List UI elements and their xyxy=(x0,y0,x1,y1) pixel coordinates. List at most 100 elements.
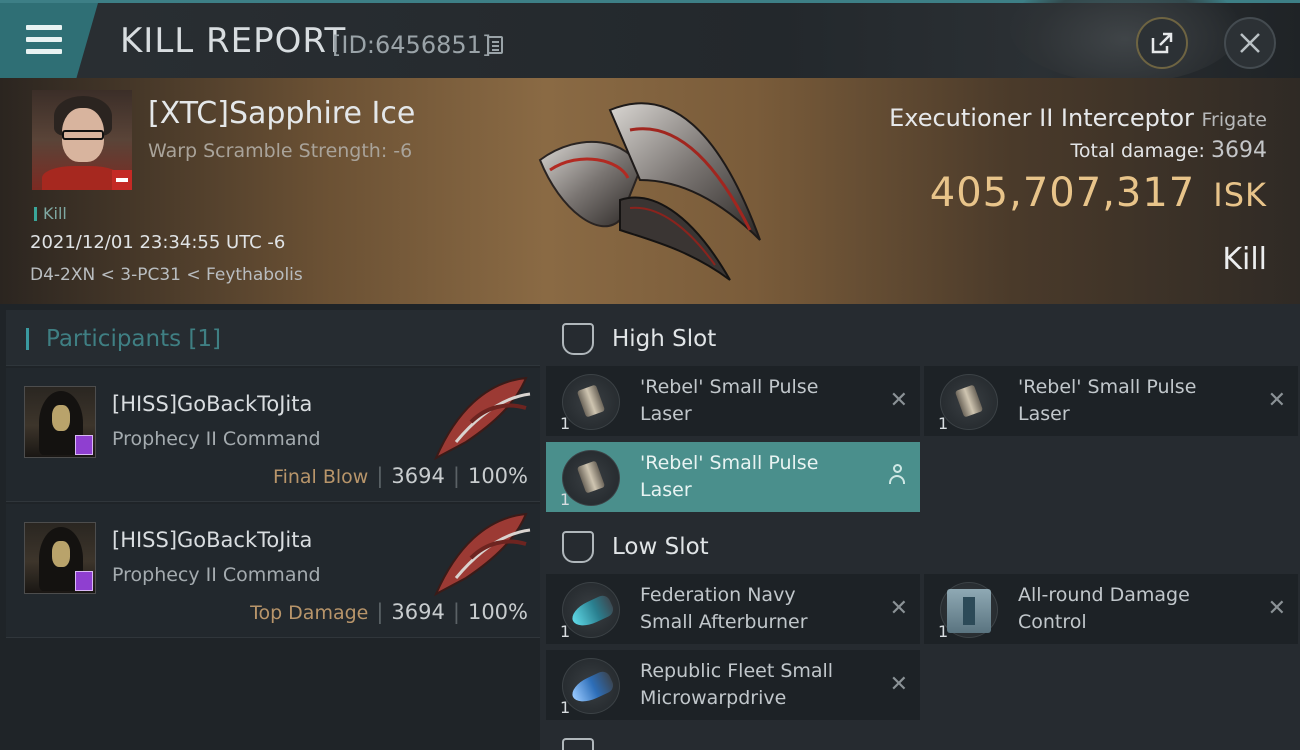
module-name-line1: 'Rebel' Small Pulse xyxy=(640,376,819,398)
participant-role: Top Damage xyxy=(250,602,369,624)
module-name-line2: Control xyxy=(1018,611,1087,633)
participant-name[interactable]: [HISS]GoBackToJita xyxy=(112,528,312,552)
afterburner-icon xyxy=(562,582,620,638)
participant-ship-image[interactable] xyxy=(426,508,536,600)
low-slot-label: Low Slot xyxy=(612,534,709,560)
planet-background xyxy=(1010,0,1240,83)
module-name-line2: Microwarpdrive xyxy=(640,687,787,709)
close-icon[interactable]: ✕ xyxy=(890,672,908,697)
module-name: 'Rebel' Small Pulse Laser xyxy=(640,374,890,428)
victim-name[interactable]: [XTC]Sapphire Ice xyxy=(148,96,415,131)
isk-value: 405,707,317 ISK xyxy=(930,170,1267,216)
module-quantity: 1 xyxy=(938,414,949,433)
victim-avatar[interactable] xyxy=(32,90,132,190)
participants-header[interactable]: Participants [1] xyxy=(6,310,540,366)
next-slot-header-partial xyxy=(540,734,1300,750)
victim-header: [XTC]Sapphire Ice Warp Scramble Strength… xyxy=(0,78,1300,304)
participant-percent: 100% xyxy=(467,600,528,624)
pulse-laser-icon xyxy=(562,374,620,430)
total-damage-value: 3694 xyxy=(1211,138,1267,163)
report-id: [ID:6456851] xyxy=(332,31,492,59)
person-icon[interactable] xyxy=(888,464,906,486)
share-icon xyxy=(1151,32,1173,54)
avatar-glasses xyxy=(62,130,104,140)
participant-ship-image[interactable] xyxy=(426,372,536,464)
participant-damage: 3694 xyxy=(391,464,445,488)
slot-icon xyxy=(562,531,594,563)
module-item[interactable]: 1 All-round Damage Control ✕ xyxy=(924,574,1298,644)
module-name: 'Rebel' Small Pulse Laser xyxy=(640,450,890,504)
avatar-mask xyxy=(52,541,70,567)
ship-name: Executioner II Interceptor xyxy=(889,104,1194,132)
participant-stats: Final Blow | 3694 | 100% xyxy=(273,464,528,488)
copy-icon[interactable] xyxy=(487,36,503,54)
participant-ship: Prophecy II Command xyxy=(112,564,321,586)
module-name-line2: Laser xyxy=(1018,403,1070,425)
high-slot-label: High Slot xyxy=(612,326,717,352)
high-slot-header: High Slot xyxy=(540,308,1300,368)
pulse-laser-icon xyxy=(940,374,998,430)
victim-ship-type[interactable]: Executioner II Interceptor Frigate xyxy=(889,104,1267,132)
module-quantity: 1 xyxy=(560,622,571,641)
module-item[interactable]: 1 'Rebel' Small Pulse Laser ✕ xyxy=(546,366,920,436)
low-slot-header: Low Slot xyxy=(540,516,1300,576)
module-name: All-round Damage Control xyxy=(1018,582,1268,636)
participant-row[interactable]: [HISS]GoBackToJita Prophecy II Command F… xyxy=(6,368,540,502)
gun-shape xyxy=(576,460,606,494)
close-icon[interactable]: ✕ xyxy=(1268,596,1286,621)
close-button[interactable] xyxy=(1224,17,1276,69)
damage-control-shape xyxy=(947,589,991,633)
module-item[interactable]: 1 Republic Fleet Small Microwarpdrive ✕ xyxy=(546,650,920,720)
module-quantity: 1 xyxy=(560,490,571,509)
avatar-body xyxy=(42,166,122,190)
menu-button[interactable] xyxy=(0,3,98,78)
close-icon[interactable]: ✕ xyxy=(890,596,908,621)
module-name-line1: 'Rebel' Small Pulse xyxy=(1018,376,1197,398)
person-head xyxy=(893,464,902,473)
pulse-laser-icon xyxy=(562,450,620,506)
menu-icon-bar xyxy=(26,37,62,42)
module-name-line1: 'Rebel' Small Pulse xyxy=(640,452,819,474)
participant-stats: Top Damage | 3694 | 100% xyxy=(250,600,528,624)
participant-name[interactable]: [HISS]GoBackToJita xyxy=(112,392,312,416)
result-label: Kill xyxy=(1222,242,1267,277)
module-name-line1: Federation Navy xyxy=(640,584,796,606)
participant-damage: 3694 xyxy=(391,600,445,624)
module-item-selected[interactable]: 1 'Rebel' Small Pulse Laser xyxy=(546,442,920,512)
victim-ship-image[interactable] xyxy=(520,90,780,290)
kill-location: D4-2XN < 3-PC31 < Feythabolis xyxy=(30,265,303,285)
module-name: 'Rebel' Small Pulse Laser xyxy=(1018,374,1268,428)
stats-separator: | xyxy=(376,464,384,488)
stats-separator: | xyxy=(452,600,460,624)
module-item[interactable]: 1 Federation Navy Small Afterburner ✕ xyxy=(546,574,920,644)
fitting-panel: High Slot 1 'Rebel' Small Pulse Laser ✕ … xyxy=(540,304,1300,750)
slot-icon xyxy=(562,323,594,355)
person-body xyxy=(889,475,905,484)
module-name-line2: Laser xyxy=(640,403,692,425)
module-item[interactable]: 1 'Rebel' Small Pulse Laser ✕ xyxy=(924,366,1298,436)
total-damage-label: Total damage: xyxy=(1070,140,1205,162)
module-quantity: 1 xyxy=(560,698,571,717)
close-icon[interactable]: ✕ xyxy=(1268,388,1286,413)
warp-scramble-strength: Warp Scramble Strength: -6 xyxy=(148,140,413,162)
participant-ship: Prophecy II Command xyxy=(112,428,321,450)
alliance-badge-icon xyxy=(75,571,93,591)
module-name: Federation Navy Small Afterburner xyxy=(640,582,890,636)
participant-row[interactable]: [HISS]GoBackToJita Prophecy II Command T… xyxy=(6,504,540,638)
module-name-line1: All-round Damage xyxy=(1018,584,1190,606)
participant-avatar[interactable] xyxy=(24,522,96,594)
close-icon[interactable]: ✕ xyxy=(890,388,908,413)
standing-badge-icon xyxy=(112,170,132,190)
module-name-line2: Laser xyxy=(640,479,692,501)
slot-icon xyxy=(562,738,594,750)
share-button[interactable] xyxy=(1136,17,1188,69)
isk-amount: 405,707,317 xyxy=(929,170,1196,216)
close-icon xyxy=(1240,33,1260,53)
afterburner-shape xyxy=(568,593,616,631)
participant-avatar[interactable] xyxy=(24,386,96,458)
kill-tag: Kill xyxy=(34,204,67,223)
module-name-line2: Small Afterburner xyxy=(640,611,808,633)
stats-separator: | xyxy=(376,600,384,624)
header-accent-bar xyxy=(26,328,29,350)
participant-percent: 100% xyxy=(467,464,528,488)
